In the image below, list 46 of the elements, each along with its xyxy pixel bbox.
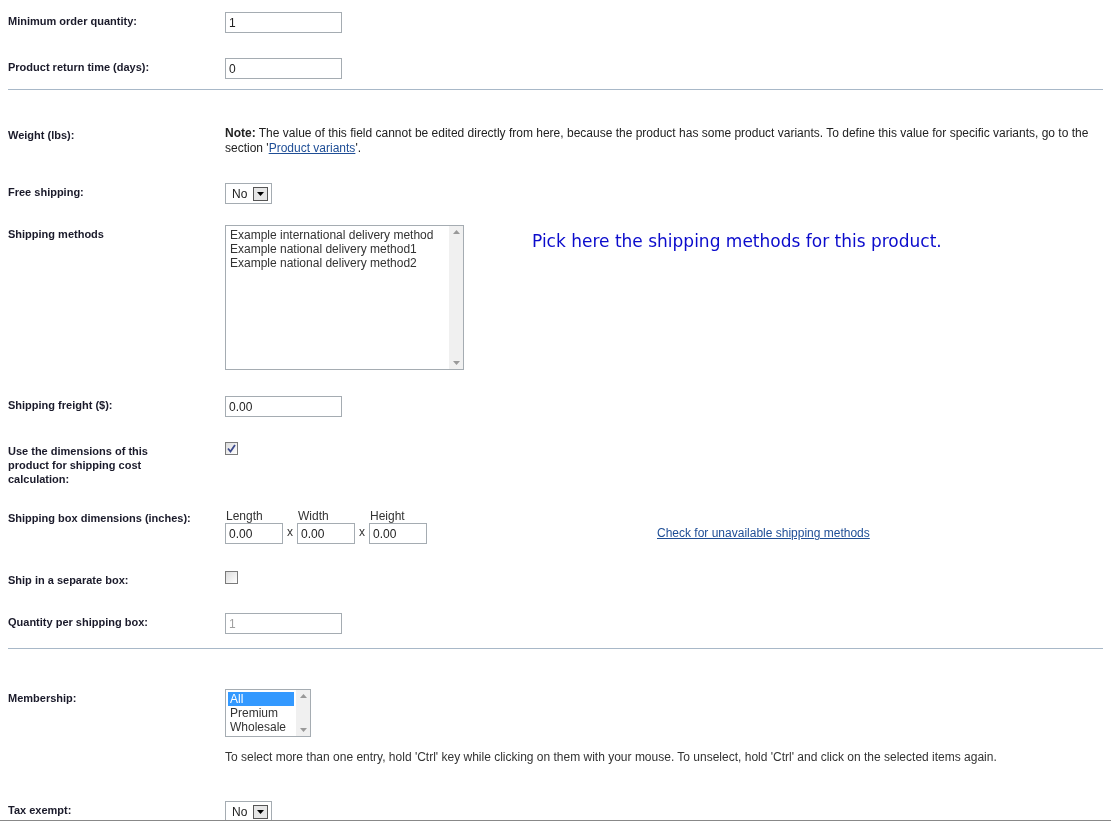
list-option[interactable]: Example international delivery method [230,228,449,242]
scroll-down-icon[interactable] [299,728,307,732]
checkbox[interactable] [225,442,238,455]
field-label: Product return time (days): [8,60,151,75]
shipping-methods-list[interactable]: Example international delivery method Example national delivery method1 Example national delivery method2 [225,225,464,370]
field-label: Shipping freight ($): [8,398,114,413]
input-field[interactable]: 0.00 [297,523,355,544]
caret-icon [253,804,269,819]
field-label: Free shipping: [8,185,85,200]
scrollbar[interactable] [449,226,463,369]
scroll-up-icon[interactable] [299,694,307,698]
membership-list[interactable]: All Premium Wholesale [225,689,311,737]
list-option[interactable]: Premium [228,706,294,720]
field-label: Use the dimensions of this product for shipping cost calculation: [8,444,149,487]
field-label: Quantity per shipping box: [8,615,149,630]
hint-text: Pick here the shipping methods for this product. [532,230,942,253]
scroll-up-icon[interactable] [452,230,460,234]
note-text: Note: The value of this field cannot be edited directly from here, because the product has some product variants. To define this value for specific variants, go to the section 'Product variants'. [225,126,1090,156]
field-label: Weight (lbs): [8,128,76,143]
times-sign: x [286,524,294,541]
field-label: Membership: [8,691,78,706]
field-label: Shipping box dimensions (inches): [8,511,192,526]
times-sign: x [358,524,366,541]
caret-icon [253,186,269,201]
dropdown[interactable]: No [225,801,273,820]
check-shipping-link[interactable]: Check for unavailable shipping methods [657,524,870,544]
dimension-label: Length [225,509,264,523]
input-field[interactable]: 0.00 [225,523,283,544]
field-label: Shipping methods [8,227,105,242]
field-label: Minimum order quantity: [8,14,138,29]
list-option[interactable]: Wholesale [228,720,294,734]
input-field[interactable]: 0.00 [225,396,342,417]
input-field[interactable]: 0 [225,58,342,79]
help-text: To select more than one entry, hold 'Ctrl' key while clicking on them with your mouse. To unselect, hold 'Ctrl' and click on the selected items again. [225,749,997,766]
field-label: Tax exempt: [8,803,73,818]
dimension-label: Height [369,509,406,523]
dropdown[interactable]: No [225,183,273,204]
scroll-down-icon[interactable] [452,361,460,365]
input-field[interactable]: 1 [225,12,342,33]
input-field[interactable]: 0.00 [369,523,427,544]
checkbox[interactable] [225,571,238,584]
dimension-label: Width [297,509,330,523]
scrollbar[interactable] [296,690,310,736]
field-label: Ship in a separate box: [8,573,130,588]
list-option[interactable]: Example national delivery method2 [230,256,449,270]
list-option[interactable]: Example national delivery method1 [230,242,449,256]
